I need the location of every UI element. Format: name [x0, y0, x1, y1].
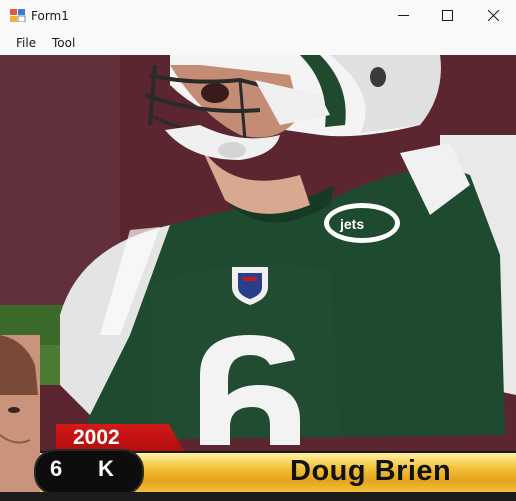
overlay-player-name: Doug Brien	[290, 455, 452, 487]
svg-text:jets: jets	[339, 216, 364, 232]
menu-tool[interactable]: Tool	[52, 35, 75, 51]
window-title: Form1	[31, 9, 69, 23]
title-bar: Form1	[0, 0, 516, 31]
overlay-year: 2002	[73, 426, 120, 449]
minimize-button[interactable]	[380, 0, 426, 31]
app-icon	[10, 9, 26, 22]
close-button[interactable]	[470, 0, 516, 31]
bottom-strip	[0, 492, 516, 501]
menu-bar: File Tool	[0, 31, 516, 55]
close-icon	[487, 10, 499, 21]
minimize-icon	[397, 15, 409, 16]
overlay-position: K	[98, 456, 114, 481]
maximize-button[interactable]	[424, 0, 470, 31]
overlay-number: 6	[50, 456, 63, 481]
maximize-icon	[441, 10, 453, 21]
menu-file[interactable]: File	[16, 35, 36, 51]
